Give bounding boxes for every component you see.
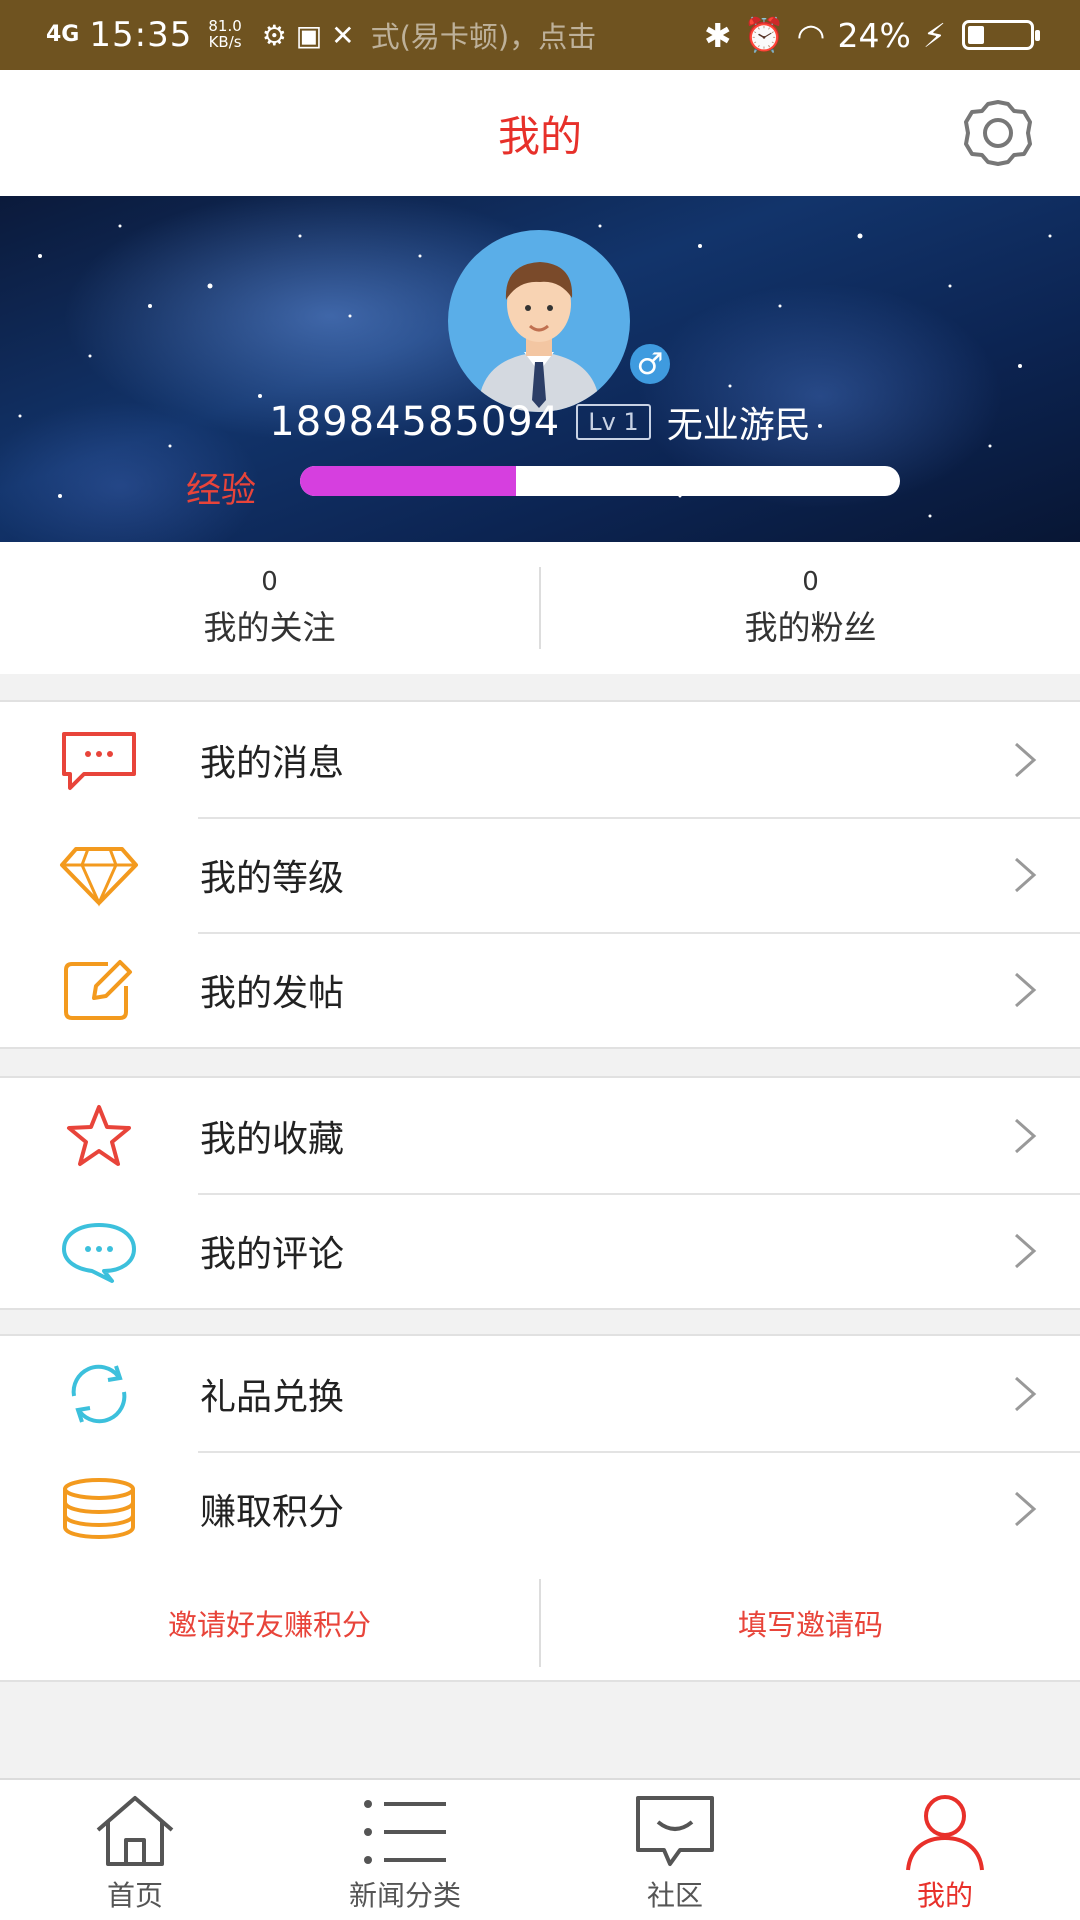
charging-icon: ⚡ bbox=[922, 15, 946, 55]
following-label: 我的关注 bbox=[203, 608, 336, 647]
follow-stats: 0 我的关注 0 我的粉丝 bbox=[0, 542, 1080, 674]
nav-item-community[interactable]: 社区 bbox=[540, 1780, 810, 1920]
battery-percent: 24% bbox=[837, 15, 911, 55]
chevron-right-icon bbox=[1015, 972, 1037, 1008]
alarm-icon: ⏰ bbox=[743, 15, 785, 54]
menu-group-rewards: 礼品兑换 赚取积分 bbox=[0, 1334, 1080, 1568]
invite-friends-button[interactable]: 邀请好友赚积分 bbox=[0, 1566, 539, 1680]
signal-icon: 4G bbox=[46, 22, 80, 47]
user-info: 18984585094 Lv 1 无业游民 bbox=[0, 396, 1080, 448]
chat-icon bbox=[636, 1796, 714, 1866]
menu-item-gift-exchange[interactable]: 礼品兑换 bbox=[0, 1336, 1080, 1451]
diamond-icon bbox=[58, 843, 140, 907]
page-header: 我的 bbox=[0, 70, 1080, 196]
avatar-illustration bbox=[478, 262, 600, 412]
coins-icon bbox=[58, 1477, 140, 1541]
home-icon bbox=[96, 1796, 174, 1866]
stat-fans[interactable]: 0 我的粉丝 bbox=[541, 542, 1080, 674]
chevron-right-icon bbox=[1015, 1118, 1037, 1154]
exchange-icon bbox=[58, 1362, 140, 1426]
comment-icon bbox=[58, 1219, 140, 1283]
invite-row: 邀请好友赚积分 填写邀请码 bbox=[0, 1566, 1080, 1682]
fans-label: 我的粉丝 bbox=[744, 608, 877, 647]
menu-label: 赚取积分 bbox=[200, 1491, 345, 1533]
exp-progress-bar bbox=[300, 466, 900, 496]
exp-progress-fill bbox=[300, 466, 516, 496]
nav-item-home[interactable]: 首页 bbox=[0, 1780, 270, 1920]
menu-group-account: 我的消息 我的等级 我的发帖 bbox=[0, 700, 1080, 1049]
list-icon bbox=[364, 1800, 446, 1864]
page-title: 我的 bbox=[497, 111, 582, 161]
message-icon bbox=[58, 728, 140, 792]
menu-label: 我的评论 bbox=[200, 1233, 345, 1275]
fill-invite-code-button[interactable]: 填写邀请码 bbox=[541, 1566, 1080, 1680]
fans-count: 0 bbox=[802, 567, 819, 597]
exp-label: 经验 bbox=[186, 471, 257, 511]
user-icon bbox=[906, 1795, 984, 1871]
battery-icon bbox=[962, 20, 1040, 50]
chevron-right-icon bbox=[1015, 857, 1037, 893]
chevron-right-icon bbox=[1015, 1233, 1037, 1269]
nav-label: 社区 bbox=[646, 1879, 703, 1912]
nav-label: 新闻分类 bbox=[348, 1879, 461, 1912]
star-icon bbox=[58, 1104, 140, 1168]
menu-item-posts[interactable]: 我的发帖 bbox=[0, 932, 1080, 1047]
bluetooth-icon: ✱ bbox=[703, 15, 732, 55]
nav-label: 首页 bbox=[106, 1879, 163, 1912]
stat-following[interactable]: 0 我的关注 bbox=[0, 542, 539, 674]
profile-banner: ♂ 18984585094 Lv 1 无业游民 经验 bbox=[0, 196, 1080, 542]
edit-icon bbox=[58, 958, 140, 1022]
status-time: 15:35 bbox=[89, 15, 193, 55]
nav-item-news-categories[interactable]: 新闻分类 bbox=[270, 1780, 540, 1920]
menu-label: 礼品兑换 bbox=[200, 1376, 345, 1418]
bottom-nav: 首页 新闻分类 社区 我的 bbox=[0, 1778, 1080, 1920]
notification-icons: ⚙ ▣ ✕ bbox=[261, 18, 355, 52]
following-count: 0 bbox=[261, 567, 278, 597]
username: 18984585094 bbox=[269, 399, 561, 445]
menu-label: 我的消息 bbox=[200, 742, 345, 784]
menu-item-favorites[interactable]: 我的收藏 bbox=[0, 1078, 1080, 1193]
gender-icon: ♂ bbox=[630, 344, 670, 384]
avatar[interactable] bbox=[448, 230, 630, 412]
menu-label: 我的发帖 bbox=[200, 972, 345, 1014]
menu-item-level[interactable]: 我的等级 bbox=[0, 817, 1080, 932]
chevron-right-icon bbox=[1015, 1376, 1037, 1412]
network-speed: 81.0 KB/s bbox=[208, 17, 242, 51]
menu-item-comments[interactable]: 我的评论 bbox=[0, 1193, 1080, 1308]
menu-group-content: 我的收藏 我的评论 bbox=[0, 1076, 1080, 1310]
chevron-right-icon bbox=[1015, 742, 1037, 778]
menu-label: 我的收藏 bbox=[200, 1118, 345, 1160]
status-bar: 4G 15:35 81.0 KB/s ⚙ ▣ ✕ 式(易卡顿)，点击 ✱ ⏰ ◠… bbox=[0, 0, 1080, 70]
status-notice: 式(易卡顿)，点击 bbox=[370, 20, 597, 54]
menu-item-earn-points[interactable]: 赚取积分 bbox=[0, 1451, 1080, 1566]
menu-label: 我的等级 bbox=[200, 857, 345, 899]
chevron-right-icon bbox=[1015, 1491, 1037, 1527]
user-rank-title: 无业游民 bbox=[666, 405, 811, 446]
gear-icon[interactable] bbox=[958, 98, 1038, 168]
nav-label: 我的 bbox=[916, 1879, 973, 1912]
wifi-icon: ◠ bbox=[796, 15, 826, 55]
menu-item-messages[interactable]: 我的消息 bbox=[0, 702, 1080, 817]
nav-item-mine[interactable]: 我的 bbox=[810, 1780, 1080, 1920]
level-badge: Lv 1 bbox=[576, 404, 651, 440]
